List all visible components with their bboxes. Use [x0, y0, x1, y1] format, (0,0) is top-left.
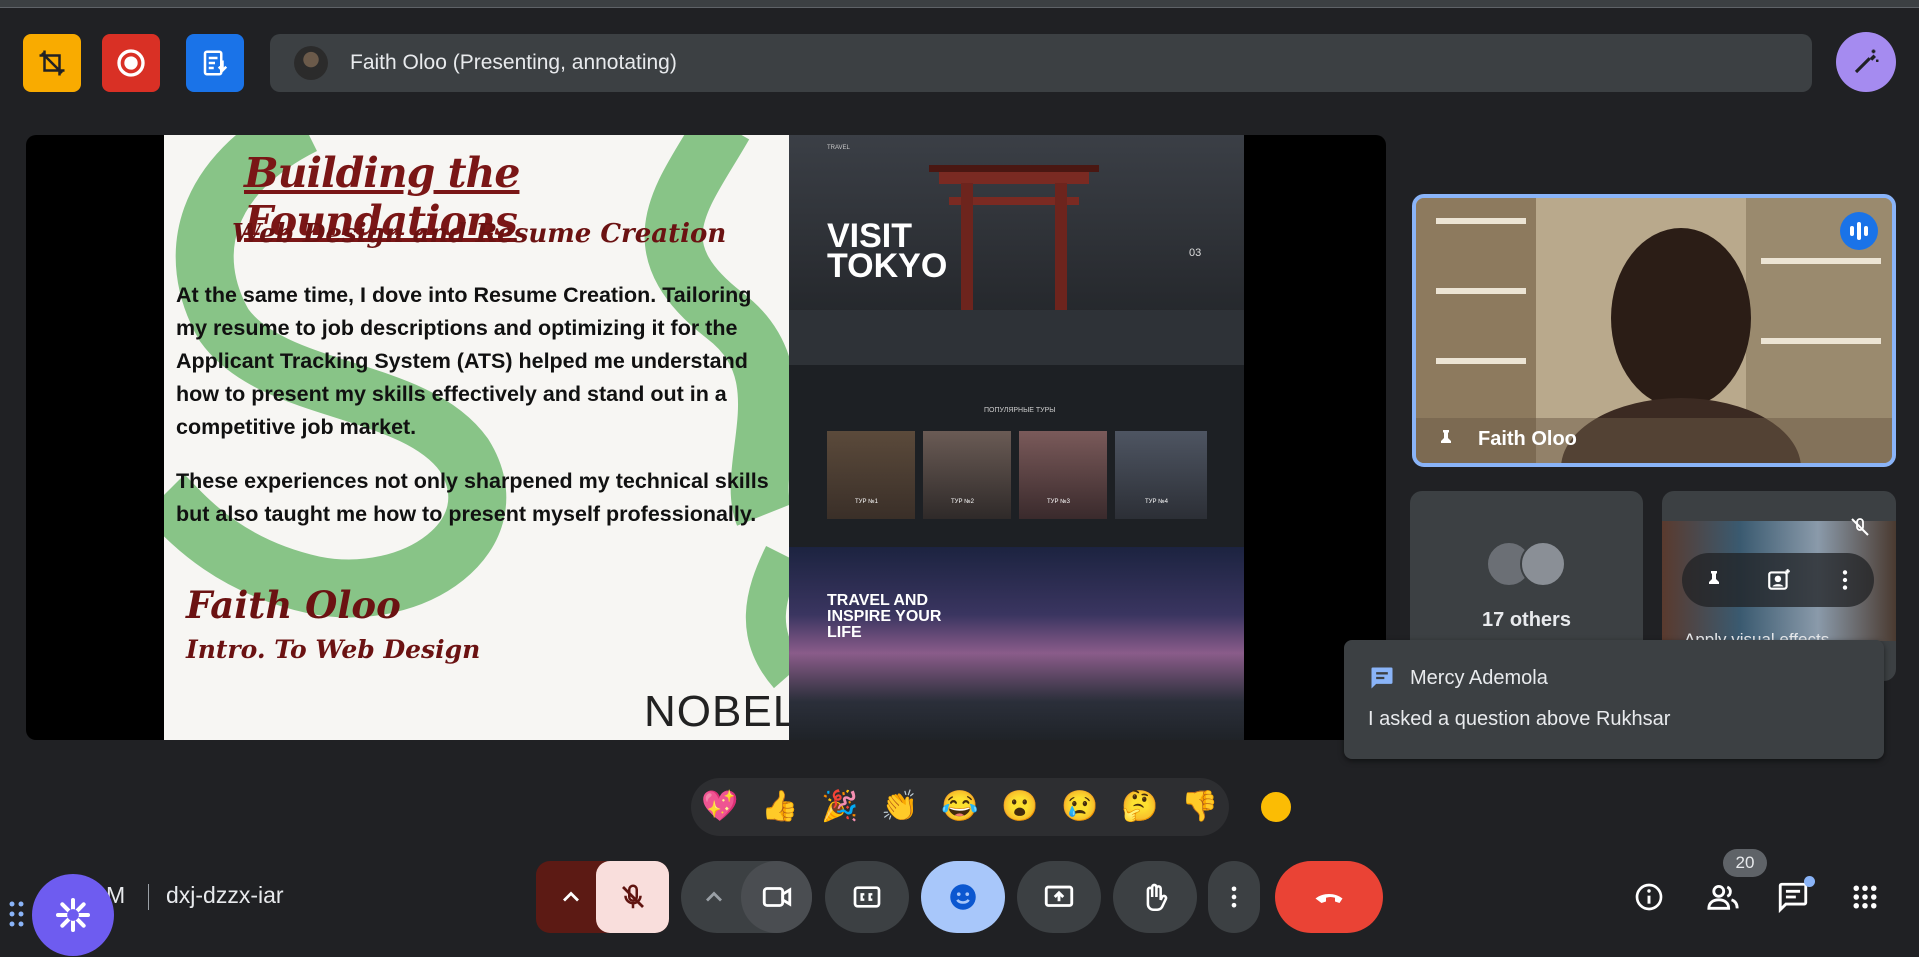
- present-button[interactable]: [1017, 861, 1101, 933]
- participant-video: [1416, 198, 1892, 463]
- pin-icon[interactable]: [1434, 427, 1458, 451]
- magic-pen-icon: [1854, 49, 1879, 74]
- people-icon: [1707, 884, 1739, 910]
- banner-title: TRAVEL AND INSPIRE YOUR LIFE: [827, 592, 942, 641]
- no-crop-button[interactable]: [23, 34, 81, 92]
- others-count-label: 17 others: [1482, 609, 1571, 631]
- hero-title: VISIT TOKYO: [827, 217, 948, 285]
- no-crop-icon: [39, 50, 65, 76]
- drag-handle-icon[interactable]: [8, 900, 26, 930]
- transcript-icon: [203, 50, 228, 76]
- tour-1-label: ТУР №1: [855, 499, 878, 505]
- transcript-button[interactable]: [186, 34, 244, 92]
- mic-options-button[interactable]: [557, 883, 585, 916]
- hang-up-icon: [1315, 894, 1343, 903]
- reaction-clap[interactable]: 👏: [881, 790, 918, 824]
- more-options-icon[interactable]: [1832, 567, 1858, 593]
- reaction-surprise[interactable]: 😮: [1001, 790, 1038, 824]
- slide-paragraph-1: At the same time, I dove into Resume Cre…: [176, 283, 752, 439]
- participant-name: Faith Oloo: [1478, 428, 1577, 450]
- record-icon: [117, 49, 145, 77]
- magic-pen-button[interactable]: [1836, 32, 1896, 92]
- chat-message: I asked a question above Rukhsar: [1368, 708, 1671, 730]
- camera-toggle-button[interactable]: [741, 861, 812, 933]
- section-title: ПОПУЛЯРНЫЕ ТУРЫ: [984, 407, 1056, 414]
- closed-captions-icon: [853, 886, 881, 908]
- slide-subtitle: Web Design and Resume Creation: [232, 219, 727, 249]
- chat-button[interactable]: [1774, 876, 1815, 916]
- reaction-joy[interactable]: 😂: [941, 790, 978, 824]
- reactions-bar: 💖 👍 🎉 👏 😂 😮 😢 🤔 👎: [691, 778, 1293, 836]
- slide-text-panel: Building the Foundations Web Design and …: [164, 135, 789, 740]
- video-camera-icon: [762, 887, 791, 907]
- more-options-button[interactable]: [1208, 861, 1260, 933]
- chat-notification[interactable]: Mercy Ademola I asked a question above R…: [1344, 640, 1884, 759]
- reaction-party[interactable]: 🎉: [821, 790, 858, 824]
- mic-toggle-button[interactable]: [596, 861, 669, 933]
- divider: [148, 884, 149, 910]
- slide-course: Intro. To Web Design: [186, 635, 481, 664]
- activities-button[interactable]: [1846, 878, 1884, 916]
- reaction-thinking[interactable]: 🤔: [1121, 790, 1158, 824]
- avatar: [1520, 541, 1566, 587]
- hand-icon: [1146, 883, 1168, 912]
- tours-grid: ТУР №1 ТУР №2 ТУР №3 ТУР №4: [827, 431, 1207, 519]
- camera-options-button[interactable]: [700, 883, 728, 916]
- chevron-up-icon: [563, 891, 579, 902]
- presenter-label: Faith Oloo (Presenting, annotating): [350, 51, 677, 74]
- banner-background: [789, 547, 1244, 740]
- tour-3-label: ТУР №3: [1047, 499, 1070, 505]
- reaction-heart[interactable]: 💖: [701, 790, 738, 824]
- sparkle-icon: [56, 898, 90, 932]
- chevron-up-icon: [706, 891, 722, 902]
- participant-count-badge: 20: [1723, 849, 1767, 877]
- window-top-edge: [0, 0, 1919, 8]
- gemini-button[interactable]: [32, 874, 114, 956]
- presenter-avatar: [294, 46, 328, 80]
- apps-grid-icon: [1853, 885, 1877, 909]
- meeting-code: dxj-dzzx-iar: [166, 882, 284, 908]
- slide-number: 03: [1189, 247, 1202, 259]
- people-button[interactable]: [1704, 878, 1742, 916]
- slide-website-screenshot: TRAVEL VISIT TOKYO 03 ПОПУЛЯРНЫЕ ТУРЫ ТУ…: [789, 135, 1244, 740]
- visual-effects-icon[interactable]: [1766, 567, 1792, 593]
- mic-off-icon: [1851, 518, 1869, 536]
- presentation-stage: Building the Foundations Web Design and …: [26, 135, 1386, 740]
- slide-author: Faith Oloo: [186, 583, 401, 627]
- participant-tile-main[interactable]: Faith Oloo: [1412, 194, 1896, 467]
- reaction-thumbs-down[interactable]: 👎: [1181, 790, 1218, 824]
- brand-label: TRAVEL: [827, 145, 850, 151]
- record-button[interactable]: [102, 34, 160, 92]
- leave-call-button[interactable]: [1275, 861, 1383, 933]
- more-vert-icon: [1231, 886, 1237, 908]
- mic-off-icon: [621, 884, 644, 909]
- skin-tone-selector[interactable]: [1259, 790, 1293, 824]
- pin-icon[interactable]: [1702, 568, 1726, 592]
- chat-sender: Mercy Ademola: [1410, 667, 1548, 689]
- reaction-thumbs-up[interactable]: 👍: [761, 790, 798, 824]
- captions-button[interactable]: [825, 861, 909, 933]
- presenter-bar[interactable]: Faith Oloo (Presenting, annotating): [270, 34, 1812, 92]
- present-screen-icon: [1044, 885, 1074, 907]
- unread-dot: [1804, 876, 1815, 887]
- raise-hand-button[interactable]: [1113, 861, 1197, 933]
- reaction-cry[interactable]: 😢: [1061, 790, 1098, 824]
- meeting-details-button[interactable]: [1630, 878, 1668, 916]
- speaking-indicator: [1840, 212, 1878, 250]
- reactions-button[interactable]: [921, 861, 1005, 933]
- tour-4-label: ТУР №4: [1145, 499, 1168, 505]
- chat-icon: [1371, 667, 1393, 689]
- emoji-icon: [950, 884, 976, 910]
- info-icon: [1635, 883, 1663, 911]
- slide-logo: NOBEL: [644, 687, 789, 736]
- slide-paragraph-2: These experiences not only sharpened my …: [176, 469, 769, 526]
- tour-2-label: ТУР №2: [951, 499, 974, 505]
